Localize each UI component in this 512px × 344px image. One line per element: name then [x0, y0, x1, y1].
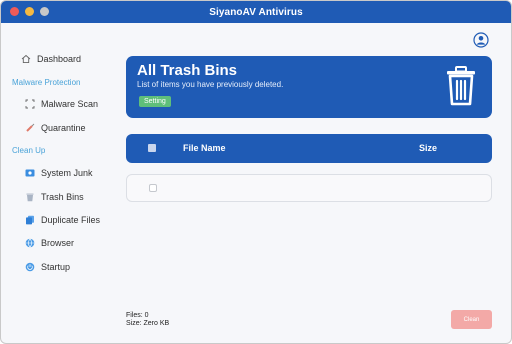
close-window-button[interactable] — [10, 7, 19, 16]
sidebar-item-label: Duplicate Files — [41, 215, 101, 225]
sidebar-item-browser[interactable]: Browser — [25, 238, 74, 248]
sidebar-item-label: System Junk — [41, 168, 93, 178]
power-icon — [25, 262, 35, 272]
column-header-size[interactable]: Size — [419, 143, 437, 153]
trash-bin-icon — [445, 66, 477, 106]
row-checkbox[interactable] — [149, 184, 157, 192]
sidebar-item-startup[interactable]: Startup — [25, 262, 70, 272]
table-header: File Name Size — [126, 134, 492, 163]
table-row[interactable] — [126, 174, 492, 202]
syringe-icon — [25, 123, 35, 133]
sidebar-item-dashboard[interactable]: Dashboard — [21, 54, 81, 64]
zoom-window-button[interactable] — [40, 7, 49, 16]
profile-icon[interactable] — [473, 32, 489, 48]
sidebar-item-system-junk[interactable]: System Junk — [25, 168, 93, 178]
sidebar-section-cleanup: Clean Up — [12, 146, 46, 155]
files-count: Files: 0 — [126, 312, 149, 319]
trash-icon — [25, 192, 35, 202]
scan-icon — [25, 99, 35, 109]
sidebar-item-label: Malware Scan — [41, 99, 99, 109]
setting-button[interactable]: Setting — [139, 96, 171, 107]
title-bar: SiyanoAV Antivirus — [1, 1, 511, 23]
sidebar-item-label: Quarantine — [41, 123, 86, 133]
sidebar-item-quarantine[interactable]: Quarantine — [25, 123, 86, 133]
header-banner: All Trash Bins List of items you have pr… — [126, 56, 492, 118]
sidebar-item-malware-scan[interactable]: Malware Scan — [25, 99, 98, 109]
sidebar-section-malware: Malware Protection — [12, 78, 81, 87]
page-subtitle: List of items you have previously delete… — [137, 80, 284, 89]
home-icon — [21, 54, 31, 64]
select-all-checkbox[interactable] — [148, 144, 156, 152]
minimize-window-button[interactable] — [25, 7, 34, 16]
sidebar-item-label: Dashboard — [37, 54, 82, 64]
globe-icon — [25, 238, 35, 248]
sidebar: Dashboard Malware Protection Malware Sca… — [1, 23, 119, 343]
window-controls — [10, 7, 49, 16]
app-window: SiyanoAV Antivirus Dashboard Malware Pro… — [0, 0, 512, 344]
page-title: All Trash Bins — [137, 62, 238, 79]
sidebar-item-label: Trash Bins — [41, 192, 84, 202]
window-title: SiyanoAV Antivirus — [209, 6, 303, 18]
sidebar-item-label: Startup — [41, 262, 71, 272]
sidebar-item-duplicate-files[interactable]: Duplicate Files — [25, 215, 100, 225]
system-junk-icon — [25, 168, 35, 178]
total-size: Size: Zero KB — [126, 320, 170, 327]
summary-stats: Files: 0 Size: Zero KB — [126, 312, 169, 328]
sidebar-item-label: Browser — [41, 238, 75, 248]
sidebar-item-trash-bins[interactable]: Trash Bins — [25, 192, 84, 202]
duplicate-files-icon — [25, 215, 35, 225]
clean-button[interactable]: Clean — [451, 310, 492, 329]
column-header-file-name[interactable]: File Name — [183, 143, 226, 153]
